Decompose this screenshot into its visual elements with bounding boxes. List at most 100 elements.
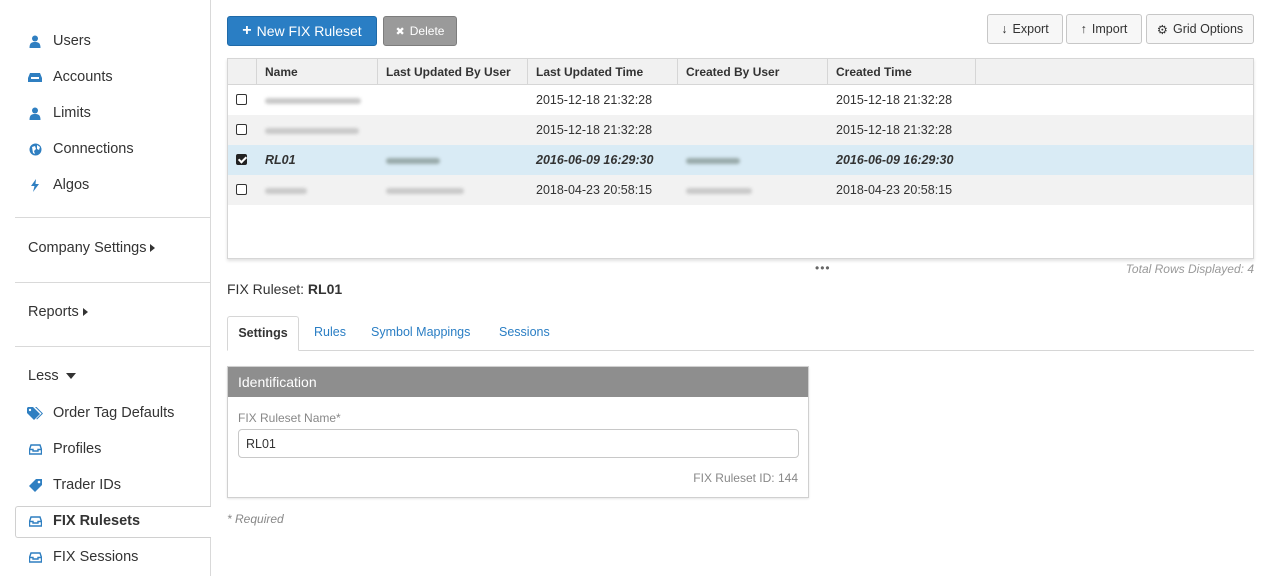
column-header-last-updated-time[interactable]: Last Updated Time <box>528 59 678 85</box>
identification-panel: Identification FIX Ruleset Name* FIX Rul… <box>227 366 809 498</box>
sidebar-divider <box>15 282 210 283</box>
ruleset-name-input[interactable] <box>238 429 799 458</box>
bolt-icon <box>26 178 44 192</box>
created-time-cell: 2015-12-18 21:32:28 <box>836 123 953 137</box>
reports-link[interactable]: Reports <box>28 304 88 320</box>
resize-handle-dots[interactable]: ••• <box>815 261 831 275</box>
sidebar-item-label: Order Tag Defaults <box>53 405 175 421</box>
sidebar-item-label: Limits <box>53 105 91 121</box>
plus-icon: + <box>242 22 252 39</box>
delete-label: Delete <box>409 24 445 38</box>
table-row[interactable]: 2018-04-23 20:58:15 2018-04-23 20:58:15 <box>228 175 1253 205</box>
updated-time-cell: 2016-06-09 16:29:30 <box>536 153 654 167</box>
sidebar-item-algos[interactable]: Algos <box>26 173 89 197</box>
table-row[interactable]: 2015-12-18 21:32:28 2015-12-18 21:32:28 <box>228 85 1253 115</box>
created-time-cell: 2015-12-18 21:32:28 <box>836 93 953 107</box>
tray-icon <box>26 551 44 563</box>
sidebar-item-fix-sessions[interactable]: FIX Sessions <box>26 545 138 569</box>
updated-time-cell: 2015-12-18 21:32:28 <box>536 93 653 107</box>
sidebar-item-label: FIX Sessions <box>53 549 139 565</box>
updated-time-cell: 2015-12-18 21:32:28 <box>536 123 653 137</box>
panel-title: Identification <box>228 367 808 397</box>
tag-icon <box>26 478 44 492</box>
created-by-cell <box>678 175 752 205</box>
less-toggle[interactable]: Less <box>28 368 76 384</box>
arrow-up-icon: ↑ <box>1080 22 1087 36</box>
sidebar-item-accounts[interactable]: Accounts <box>26 65 113 89</box>
ruleset-name-label: FIX Ruleset Name* <box>238 411 341 425</box>
tab-symbol-mappings[interactable]: Symbol Mappings <box>359 316 482 351</box>
sidebar-divider <box>15 217 210 218</box>
grid-options-button[interactable]: ⚙ Grid Options <box>1146 14 1254 44</box>
inbox-icon <box>26 72 44 83</box>
select-column-header[interactable] <box>228 59 257 85</box>
close-icon: ✖ <box>395 25 405 38</box>
table-row-selected[interactable]: RL01 2016-06-09 16:29:30 2016-06-09 16:2… <box>228 145 1253 175</box>
caret-right-icon <box>150 244 156 252</box>
row-checkbox[interactable] <box>236 94 247 105</box>
updated-time-cell: 2018-04-23 20:58:15 <box>536 183 653 197</box>
sidebar-item-label: FIX Rulesets <box>53 513 141 529</box>
column-header-last-updated-by[interactable]: Last Updated By User <box>378 59 528 85</box>
tab-sessions[interactable]: Sessions <box>487 316 562 351</box>
user-icon <box>26 107 44 120</box>
company-settings-label: Company Settings <box>28 240 147 256</box>
column-header-created-by[interactable]: Created By User <box>678 59 828 85</box>
export-button[interactable]: ↓ Export <box>987 14 1063 44</box>
created-time-cell: 2018-04-23 20:58:15 <box>836 183 953 197</box>
sidebar-item-label: Algos <box>53 177 90 193</box>
row-checkbox[interactable] <box>236 124 247 135</box>
name-cell <box>257 175 307 205</box>
tray-icon <box>26 443 44 455</box>
name-cell <box>257 85 361 115</box>
created-by-cell <box>678 145 740 175</box>
export-label: Export <box>1012 22 1049 36</box>
new-fix-ruleset-button[interactable]: + New FIX Ruleset <box>227 16 377 46</box>
tags-icon <box>26 406 44 420</box>
sidebar-item-label: Users <box>53 33 91 49</box>
sidebar-item-label: Connections <box>53 141 134 157</box>
column-header-name[interactable]: Name <box>257 59 378 85</box>
row-checkbox-checked[interactable] <box>236 154 247 165</box>
rulesets-grid: Name Last Updated By User Last Updated T… <box>227 58 1254 259</box>
ruleset-id: FIX Ruleset ID: 144 <box>693 471 798 485</box>
tab-settings[interactable]: Settings <box>227 316 299 351</box>
grid-options-label: Grid Options <box>1173 22 1244 36</box>
sidebar-item-label: Accounts <box>53 69 113 85</box>
gear-icon: ⚙ <box>1156 22 1169 37</box>
arrow-down-icon: ↓ <box>1001 22 1008 36</box>
sidebar-item-limits[interactable]: Limits <box>26 101 91 125</box>
user-icon <box>26 35 44 48</box>
sidebar-item-profiles[interactable]: Profiles <box>26 437 101 461</box>
column-header-created-time[interactable]: Created Time <box>828 59 976 85</box>
sidebar-item-connections[interactable]: Connections <box>26 137 134 161</box>
caret-right-icon <box>82 308 88 316</box>
tab-rules[interactable]: Rules <box>302 316 358 351</box>
total-rows-count: Total Rows Displayed: 4 <box>1125 262 1254 276</box>
row-checkbox[interactable] <box>236 184 247 195</box>
name-cell <box>257 115 359 145</box>
less-label: Less <box>28 368 59 384</box>
sidebar-item-order-tag-defaults[interactable]: Order Tag Defaults <box>26 401 174 425</box>
sidebar-divider <box>15 346 210 347</box>
tray-icon <box>26 515 44 527</box>
globe-icon <box>26 143 44 156</box>
sidebar-item-trader-ids[interactable]: Trader IDs <box>26 473 121 497</box>
updated-by-cell <box>378 175 464 205</box>
grid-header: Name Last Updated By User Last Updated T… <box>228 59 1253 85</box>
detail-title-value: RL01 <box>307 281 343 297</box>
sidebar-item-users[interactable]: Users <box>26 29 91 53</box>
new-fix-ruleset-label: New FIX Ruleset <box>256 23 362 39</box>
updated-by-cell <box>378 145 440 175</box>
sidebar-item-label: Trader IDs <box>53 477 121 493</box>
company-settings-link[interactable]: Company Settings <box>28 240 156 256</box>
table-row[interactable]: 2015-12-18 21:32:28 2015-12-18 21:32:28 <box>228 115 1253 145</box>
import-button[interactable]: ↑ Import <box>1066 14 1142 44</box>
sidebar-item-label: Profiles <box>53 441 102 457</box>
import-label: Import <box>1091 22 1128 36</box>
sidebar: Users Accounts Limits Connections Algos … <box>0 0 211 576</box>
delete-button[interactable]: ✖ Delete <box>383 16 457 46</box>
created-time-cell: 2016-06-09 16:29:30 <box>836 153 954 167</box>
caret-down-icon <box>65 373 76 379</box>
sidebar-item-fix-rulesets[interactable]: FIX Rulesets <box>26 509 140 533</box>
